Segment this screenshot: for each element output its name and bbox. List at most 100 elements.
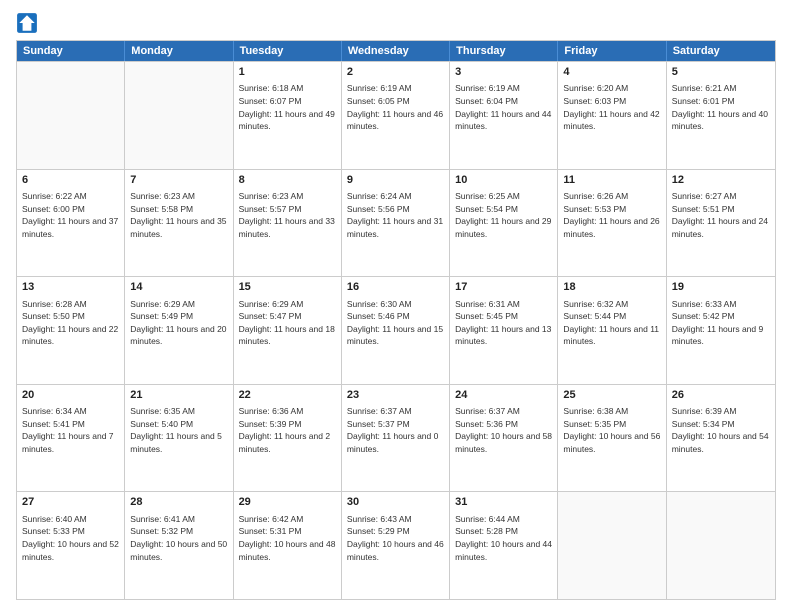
calendar-cell bbox=[558, 492, 666, 599]
calendar-cell: 27Sunrise: 6:40 AM Sunset: 5:33 PM Dayli… bbox=[17, 492, 125, 599]
day-number: 30 bbox=[347, 495, 444, 510]
calendar-cell: 11 Sunrise: 6:26 AM Sunset: 5:53 PM Dayli… bbox=[558, 170, 666, 277]
day-info: Sunrise: 6:26 AM Sunset: 5:53 PM Dayligh… bbox=[563, 191, 659, 239]
calendar-cell bbox=[125, 62, 233, 169]
day-info: Sunrise: 6:30 AM Sunset: 5:46 PM Dayligh… bbox=[347, 299, 443, 347]
day-number: 21 bbox=[130, 388, 227, 403]
day-number: 4 bbox=[563, 65, 660, 80]
calendar-cell: 19 Sunrise: 6:33 AM Sunset: 5:42 PM Dayli… bbox=[667, 277, 775, 384]
calendar: SundayMondayTuesdayWednesdayThursdayFrid… bbox=[16, 40, 776, 600]
day-info: Sunrise: 6:41 AM Sunset: 5:32 PM Dayligh… bbox=[130, 514, 227, 562]
calendar-cell: 14 Sunrise: 6:29 AM Sunset: 5:49 PM Dayli… bbox=[125, 277, 233, 384]
weekday-header-saturday: Saturday bbox=[667, 41, 775, 61]
day-info: Sunrise: 6:20 AM Sunset: 6:03 PM Dayligh… bbox=[563, 83, 659, 131]
calendar-cell: 21Sunrise: 6:35 AM Sunset: 5:40 PM Dayli… bbox=[125, 385, 233, 492]
calendar-cell: 22 Sunrise: 6:36 AM Sunset: 5:39 PM Dayli… bbox=[234, 385, 342, 492]
day-info: Sunrise: 6:18 AM Sunset: 6:07 PM Dayligh… bbox=[239, 83, 335, 131]
day-info: Sunrise: 6:21 AM Sunset: 6:01 PM Dayligh… bbox=[672, 83, 768, 131]
calendar-cell: 8 Sunrise: 6:23 AM Sunset: 5:57 PM Daylig… bbox=[234, 170, 342, 277]
day-number: 18 bbox=[563, 280, 660, 295]
day-number: 12 bbox=[672, 173, 770, 188]
calendar-cell bbox=[17, 62, 125, 169]
day-number: 25 bbox=[563, 388, 660, 403]
day-info: Sunrise: 6:29 AM Sunset: 5:49 PM Dayligh… bbox=[130, 299, 226, 347]
day-number: 13 bbox=[22, 280, 119, 295]
calendar-week-4: 20 Sunrise: 6:34 AM Sunset: 5:41 PM Dayli… bbox=[17, 384, 775, 492]
day-number: 3 bbox=[455, 65, 552, 80]
day-number: 24 bbox=[455, 388, 552, 403]
calendar-cell: 29 Sunrise: 6:42 AM Sunset: 5:31 PM Dayli… bbox=[234, 492, 342, 599]
calendar-cell: 25 Sunrise: 6:38 AM Sunset: 5:35 PM Dayli… bbox=[558, 385, 666, 492]
day-number: 11 bbox=[563, 173, 660, 188]
calendar-cell: 10Sunrise: 6:25 AM Sunset: 5:54 PM Dayli… bbox=[450, 170, 558, 277]
calendar-cell: 23 Sunrise: 6:37 AM Sunset: 5:37 PM Dayli… bbox=[342, 385, 450, 492]
calendar-cell: 7 Sunrise: 6:23 AM Sunset: 5:58 PM Daylig… bbox=[125, 170, 233, 277]
calendar-cell: 5 Sunrise: 6:21 AM Sunset: 6:01 PM Daylig… bbox=[667, 62, 775, 169]
day-info: Sunrise: 6:23 AM Sunset: 5:58 PM Dayligh… bbox=[130, 191, 226, 239]
calendar-cell: 13Sunrise: 6:28 AM Sunset: 5:50 PM Dayli… bbox=[17, 277, 125, 384]
day-info: Sunrise: 6:37 AM Sunset: 5:37 PM Dayligh… bbox=[347, 406, 439, 454]
logo-icon bbox=[16, 12, 38, 34]
day-number: 5 bbox=[672, 65, 770, 80]
day-info: Sunrise: 6:23 AM Sunset: 5:57 PM Dayligh… bbox=[239, 191, 335, 239]
weekday-header-sunday: Sunday bbox=[17, 41, 125, 61]
day-info: Sunrise: 6:37 AM Sunset: 5:36 PM Dayligh… bbox=[455, 406, 552, 454]
calendar-cell: 30 Sunrise: 6:43 AM Sunset: 5:29 PM Dayli… bbox=[342, 492, 450, 599]
day-number: 22 bbox=[239, 388, 336, 403]
day-number: 16 bbox=[347, 280, 444, 295]
day-info: Sunrise: 6:19 AM Sunset: 6:04 PM Dayligh… bbox=[455, 83, 551, 131]
day-number: 23 bbox=[347, 388, 444, 403]
header bbox=[16, 12, 776, 34]
day-number: 20 bbox=[22, 388, 119, 403]
day-number: 19 bbox=[672, 280, 770, 295]
calendar-week-2: 6Sunrise: 6:22 AM Sunset: 6:00 PM Daylig… bbox=[17, 169, 775, 277]
day-info: Sunrise: 6:27 AM Sunset: 5:51 PM Dayligh… bbox=[672, 191, 768, 239]
weekday-header-tuesday: Tuesday bbox=[234, 41, 342, 61]
day-info: Sunrise: 6:44 AM Sunset: 5:28 PM Dayligh… bbox=[455, 514, 552, 562]
calendar-cell: 6Sunrise: 6:22 AM Sunset: 6:00 PM Daylig… bbox=[17, 170, 125, 277]
day-number: 14 bbox=[130, 280, 227, 295]
weekday-header-friday: Friday bbox=[558, 41, 666, 61]
calendar-cell: 26 Sunrise: 6:39 AM Sunset: 5:34 PM Dayli… bbox=[667, 385, 775, 492]
day-info: Sunrise: 6:19 AM Sunset: 6:05 PM Dayligh… bbox=[347, 83, 443, 131]
day-info: Sunrise: 6:43 AM Sunset: 5:29 PM Dayligh… bbox=[347, 514, 444, 562]
day-info: Sunrise: 6:34 AM Sunset: 5:41 PM Dayligh… bbox=[22, 406, 114, 454]
day-info: Sunrise: 6:40 AM Sunset: 5:33 PM Dayligh… bbox=[22, 514, 119, 562]
calendar-header: SundayMondayTuesdayWednesdayThursdayFrid… bbox=[17, 41, 775, 61]
calendar-cell: 4 Sunrise: 6:20 AM Sunset: 6:03 PM Daylig… bbox=[558, 62, 666, 169]
calendar-cell: 1 Sunrise: 6:18 AM Sunset: 6:07 PM Daylig… bbox=[234, 62, 342, 169]
calendar-cell: 28 Sunrise: 6:41 AM Sunset: 5:32 PM Dayli… bbox=[125, 492, 233, 599]
calendar-body: 1 Sunrise: 6:18 AM Sunset: 6:07 PM Daylig… bbox=[17, 61, 775, 599]
page: SundayMondayTuesdayWednesdayThursdayFrid… bbox=[0, 0, 792, 612]
day-info: Sunrise: 6:25 AM Sunset: 5:54 PM Dayligh… bbox=[455, 191, 551, 239]
calendar-cell: 17 Sunrise: 6:31 AM Sunset: 5:45 PM Dayli… bbox=[450, 277, 558, 384]
weekday-header-wednesday: Wednesday bbox=[342, 41, 450, 61]
calendar-cell: 9Sunrise: 6:24 AM Sunset: 5:56 PM Daylig… bbox=[342, 170, 450, 277]
day-info: Sunrise: 6:31 AM Sunset: 5:45 PM Dayligh… bbox=[455, 299, 551, 347]
day-info: Sunrise: 6:32 AM Sunset: 5:44 PM Dayligh… bbox=[563, 299, 659, 347]
day-number: 28 bbox=[130, 495, 227, 510]
calendar-cell: 16 Sunrise: 6:30 AM Sunset: 5:46 PM Dayli… bbox=[342, 277, 450, 384]
calendar-week-5: 27Sunrise: 6:40 AM Sunset: 5:33 PM Dayli… bbox=[17, 491, 775, 599]
day-info: Sunrise: 6:39 AM Sunset: 5:34 PM Dayligh… bbox=[672, 406, 769, 454]
calendar-cell: 31Sunrise: 6:44 AM Sunset: 5:28 PM Dayli… bbox=[450, 492, 558, 599]
day-info: Sunrise: 6:42 AM Sunset: 5:31 PM Dayligh… bbox=[239, 514, 336, 562]
day-info: Sunrise: 6:38 AM Sunset: 5:35 PM Dayligh… bbox=[563, 406, 660, 454]
calendar-cell: 3 Sunrise: 6:19 AM Sunset: 6:04 PM Daylig… bbox=[450, 62, 558, 169]
weekday-header-thursday: Thursday bbox=[450, 41, 558, 61]
day-number: 29 bbox=[239, 495, 336, 510]
day-number: 17 bbox=[455, 280, 552, 295]
day-number: 1 bbox=[239, 65, 336, 80]
day-info: Sunrise: 6:24 AM Sunset: 5:56 PM Dayligh… bbox=[347, 191, 443, 239]
calendar-cell: 12 Sunrise: 6:27 AM Sunset: 5:51 PM Dayli… bbox=[667, 170, 775, 277]
calendar-cell: 15Sunrise: 6:29 AM Sunset: 5:47 PM Dayli… bbox=[234, 277, 342, 384]
day-number: 8 bbox=[239, 173, 336, 188]
day-info: Sunrise: 6:36 AM Sunset: 5:39 PM Dayligh… bbox=[239, 406, 331, 454]
logo bbox=[16, 12, 42, 34]
calendar-cell: 18 Sunrise: 6:32 AM Sunset: 5:44 PM Dayli… bbox=[558, 277, 666, 384]
day-number: 7 bbox=[130, 173, 227, 188]
day-info: Sunrise: 6:33 AM Sunset: 5:42 PM Dayligh… bbox=[672, 299, 764, 347]
day-number: 2 bbox=[347, 65, 444, 80]
calendar-cell: 24 Sunrise: 6:37 AM Sunset: 5:36 PM Dayli… bbox=[450, 385, 558, 492]
day-number: 26 bbox=[672, 388, 770, 403]
